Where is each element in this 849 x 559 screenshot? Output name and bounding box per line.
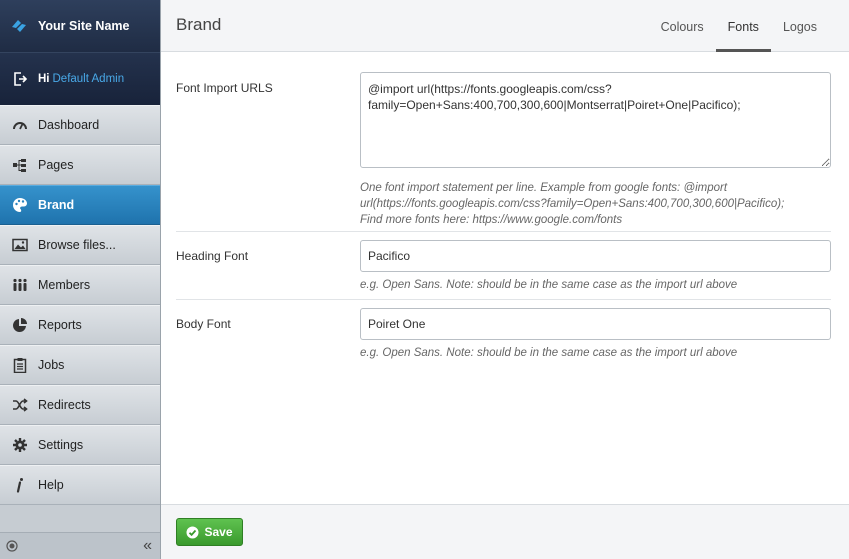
sidebar: Your Site Name Hi Default Admin Dashboar… — [0, 0, 161, 559]
font-import-row: Font Import URLS @import url(https://fon… — [176, 72, 831, 232]
sidebar-item-members[interactable]: Members — [0, 265, 160, 305]
save-button-label: Save — [204, 525, 233, 539]
site-brand[interactable]: Your Site Name — [0, 0, 160, 52]
clipboard-icon — [12, 357, 28, 373]
sidebar-item-label: Redirects — [38, 398, 91, 412]
sidebar-item-label: Brand — [38, 198, 75, 212]
site-logo-icon — [12, 20, 26, 32]
tab-bar: Colours Fonts Logos — [649, 0, 829, 52]
shuffle-icon — [12, 397, 28, 413]
sidebar-item-label: Pages — [38, 158, 74, 172]
pages-icon — [12, 157, 28, 173]
user-greeting: Hi — [38, 73, 50, 85]
sidebar-footer: « — [0, 532, 160, 559]
sidebar-item-browse-files[interactable]: Browse files... — [0, 225, 160, 265]
sidebar-item-redirects[interactable]: Redirects — [0, 385, 160, 425]
page-title: Brand — [176, 15, 222, 34]
tab-fonts[interactable]: Fonts — [715, 0, 771, 52]
main-content: Brand Colours Fonts Logos Font Import UR… — [161, 0, 849, 559]
sidebar-item-brand[interactable]: Brand — [0, 185, 160, 225]
body-font-row: Body Font e.g. Open Sans. Note: should b… — [176, 300, 831, 368]
site-name: Your Site Name — [38, 19, 130, 33]
sidebar-item-dashboard[interactable]: Dashboard — [0, 105, 160, 145]
sidebar-item-pages[interactable]: Pages — [0, 145, 160, 185]
page-header: Brand Colours Fonts Logos — [161, 0, 849, 52]
logout-icon[interactable] — [12, 71, 28, 87]
pie-chart-icon — [12, 317, 28, 333]
font-import-help: One font import statement per line. Exam… — [360, 180, 831, 228]
settings-circle-icon[interactable] — [6, 540, 18, 552]
sidebar-item-reports[interactable]: Reports — [0, 305, 160, 345]
body-font-help: e.g. Open Sans. Note: should be in the s… — [360, 347, 738, 359]
sidebar-item-label: Help — [38, 478, 64, 492]
sidebar-item-label: Browse files... — [38, 238, 116, 252]
sidebar-item-label: Reports — [38, 318, 82, 332]
palette-icon — [12, 197, 28, 213]
font-import-textarea[interactable]: @import url(https://fonts.googleapis.com… — [360, 72, 831, 168]
heading-font-help: e.g. Open Sans. Note: should be in the s… — [360, 279, 738, 291]
heading-font-input[interactable] — [360, 240, 831, 272]
info-icon — [12, 477, 28, 493]
help-line: Find more fonts here: https://www.google… — [360, 214, 623, 226]
save-button[interactable]: Save — [176, 518, 243, 546]
heading-font-row: Heading Font e.g. Open Sans. Note: shoul… — [176, 232, 831, 300]
user-name-link[interactable]: Default Admin — [53, 73, 125, 85]
font-import-label: Font Import URLS — [176, 81, 273, 95]
sidebar-item-label: Dashboard — [38, 118, 100, 132]
dashboard-icon — [12, 117, 28, 133]
check-circle-icon — [186, 526, 199, 538]
sidebar-item-label: Members — [38, 278, 91, 292]
help-line: url(https://fonts.googleapis.com/css?fam… — [360, 198, 785, 210]
body-font-input[interactable] — [360, 308, 831, 340]
image-icon — [12, 237, 28, 253]
sidebar-item-label: Settings — [38, 438, 84, 452]
tab-logos[interactable]: Logos — [771, 0, 829, 52]
tab-colours[interactable]: Colours — [649, 0, 716, 52]
user-bar[interactable]: Hi Default Admin — [0, 52, 160, 105]
sidebar-nav: Dashboard Pages Brand Browse files... Me… — [0, 105, 160, 505]
fonts-form: Font Import URLS @import url(https://fon… — [161, 52, 849, 368]
collapse-sidebar-button[interactable]: « — [143, 537, 152, 555]
sidebar-item-jobs[interactable]: Jobs — [0, 345, 160, 385]
heading-font-label: Heading Font — [176, 249, 249, 263]
sidebar-item-help[interactable]: Help — [0, 465, 160, 505]
sidebar-item-settings[interactable]: Settings — [0, 425, 160, 465]
gear-icon — [12, 437, 28, 453]
body-font-label: Body Font — [176, 317, 231, 331]
sidebar-item-label: Jobs — [38, 358, 65, 372]
help-line: One font import statement per line. Exam… — [360, 182, 728, 194]
members-icon — [12, 277, 28, 293]
form-actions: Save — [161, 504, 849, 559]
